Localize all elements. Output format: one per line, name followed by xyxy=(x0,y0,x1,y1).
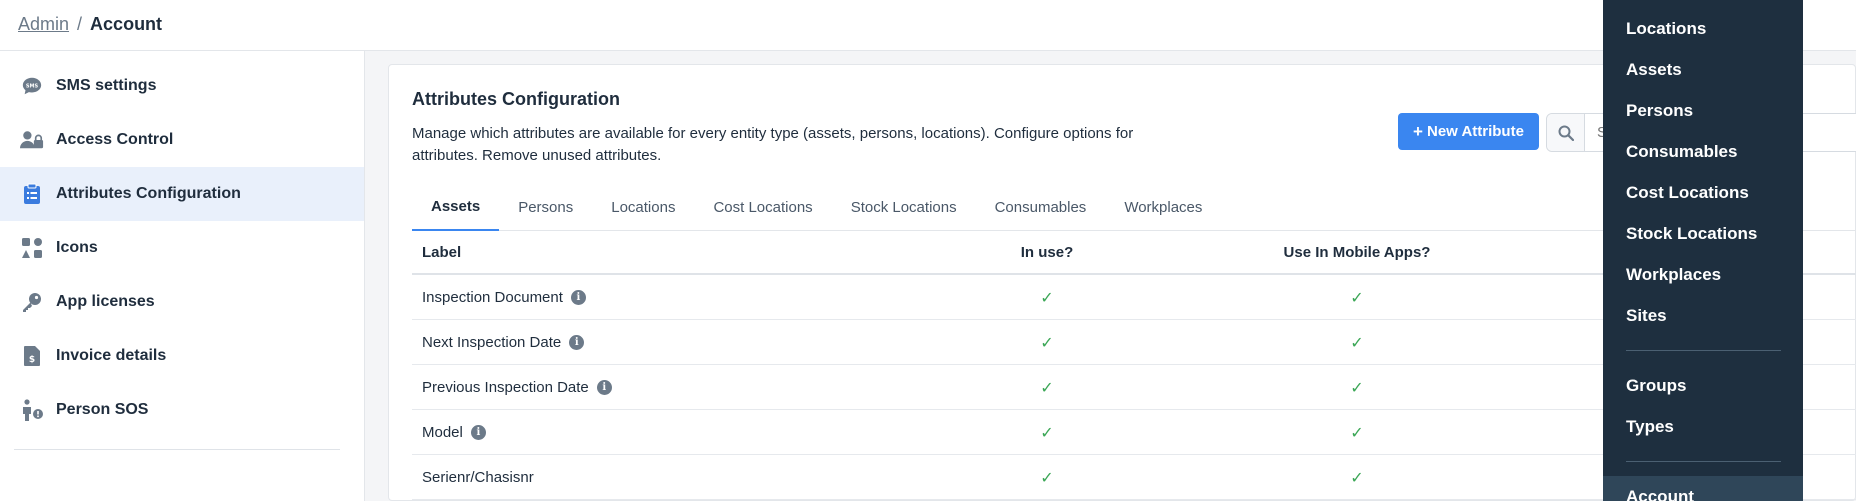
in-use-cell: ✓ xyxy=(932,288,1162,307)
row-label: Next Inspection Date xyxy=(422,333,562,351)
header-in-use[interactable]: In use? xyxy=(932,244,1162,261)
check-icon: ✓ xyxy=(1040,332,1054,352)
menu-item-types[interactable]: Types xyxy=(1603,406,1803,447)
breadcrumb-admin-link[interactable]: Admin xyxy=(18,14,69,35)
row-label: Serienr/Chasisnr xyxy=(422,468,534,486)
menu-item-persons[interactable]: Persons xyxy=(1603,90,1803,131)
menu-item-consumables[interactable]: Consumables xyxy=(1603,131,1803,172)
in-use-cell: ✓ xyxy=(932,423,1162,442)
check-icon: ✓ xyxy=(1040,422,1054,442)
key-icon xyxy=(20,290,44,314)
info-icon[interactable]: i xyxy=(569,334,585,350)
plus-icon: + xyxy=(1413,122,1423,141)
sidebar-item-attributes-configuration[interactable]: Attributes Configuration xyxy=(0,167,364,221)
users-lock-icon xyxy=(20,128,44,152)
info-icon[interactable]: i xyxy=(570,289,586,305)
row-label: Model xyxy=(422,423,463,441)
tab-cost-locations[interactable]: Cost Locations xyxy=(694,183,831,231)
row-label: Previous Inspection Date xyxy=(422,378,589,396)
menu-item-stock-locations[interactable]: Stock Locations xyxy=(1603,213,1803,254)
mobile-cell: ✓ xyxy=(1162,333,1552,352)
menu-item-groups[interactable]: Groups xyxy=(1603,365,1803,406)
tab-persons[interactable]: Persons xyxy=(499,183,592,231)
top-bar: Admin / Account xyxy=(0,0,1856,51)
breadcrumb-current: Account xyxy=(90,14,163,34)
check-icon: ✓ xyxy=(1350,332,1364,352)
row-label-cell: Inspection Document i xyxy=(412,289,932,306)
check-icon: ✓ xyxy=(1350,467,1364,487)
tab-locations[interactable]: Locations xyxy=(592,183,694,231)
new-attribute-button[interactable]: + New Attribute xyxy=(1398,113,1539,150)
sidebar-item-label: SMS settings xyxy=(56,77,157,94)
in-use-cell: ✓ xyxy=(932,333,1162,352)
row-label-cell: Model i xyxy=(412,424,932,441)
menu-item-sites[interactable]: Sites xyxy=(1603,295,1803,336)
row-label: Inspection Document xyxy=(422,288,563,306)
header-label[interactable]: Label xyxy=(412,244,932,261)
check-icon: ✓ xyxy=(1350,287,1364,307)
in-use-cell: ✓ xyxy=(932,378,1162,397)
person-alert-icon xyxy=(20,398,44,422)
sidebar-item-label: App licenses xyxy=(56,293,155,310)
header-mobile[interactable]: Use In Mobile Apps? xyxy=(1162,244,1552,261)
sidebar-item-person-sos[interactable]: Person SOS xyxy=(0,383,364,437)
breadcrumb-separator: / xyxy=(77,14,83,34)
mobile-cell: ✓ xyxy=(1162,423,1552,442)
menu-item-locations[interactable]: Locations xyxy=(1603,8,1803,49)
sidebar-item-label: Invoice details xyxy=(56,347,167,364)
info-icon[interactable]: i xyxy=(596,379,612,395)
menu-item-assets[interactable]: Assets xyxy=(1603,49,1803,90)
search-icon xyxy=(1547,114,1585,151)
row-label-cell: Previous Inspection Date i xyxy=(412,379,932,396)
check-icon: ✓ xyxy=(1040,467,1054,487)
sidebar-item-label: Access Control xyxy=(56,131,174,148)
nav-dropdown-menu: Locations Assets Persons Consumables Cos… xyxy=(1603,0,1803,501)
sidebar-item-label: Icons xyxy=(56,239,98,256)
info-icon[interactable]: i xyxy=(470,424,486,440)
icons-grid-icon xyxy=(20,236,44,260)
new-attribute-label: New Attribute xyxy=(1426,123,1524,140)
tab-stock-locations[interactable]: Stock Locations xyxy=(832,183,976,231)
mobile-cell: ✓ xyxy=(1162,288,1552,307)
menu-divider xyxy=(1626,461,1781,462)
in-use-cell: ✓ xyxy=(932,468,1162,487)
sidebar-item-access-control[interactable]: Access Control xyxy=(0,113,364,167)
check-icon: ✓ xyxy=(1350,422,1364,442)
tab-workplaces[interactable]: Workplaces xyxy=(1105,183,1221,231)
row-label-cell: Next Inspection Date i xyxy=(412,334,932,351)
tab-assets[interactable]: Assets xyxy=(412,183,500,231)
menu-item-workplaces[interactable]: Workplaces xyxy=(1603,254,1803,295)
sidebar-item-icons[interactable]: Icons xyxy=(0,221,364,275)
page-description: Manage which attributes are available fo… xyxy=(412,125,1134,164)
row-label-cell: Serienr/Chasisnr xyxy=(412,469,932,486)
clipboard-list-icon xyxy=(20,182,44,206)
menu-item-account[interactable]: Account xyxy=(1603,476,1803,501)
sidebar-item-label: Attributes Configuration xyxy=(56,185,241,202)
sidebar-item-app-licenses[interactable]: App licenses xyxy=(0,275,364,329)
sidebar-item-invoice-details[interactable]: $ Invoice details xyxy=(0,329,364,383)
sidebar-divider xyxy=(14,449,340,450)
check-icon: ✓ xyxy=(1040,287,1054,307)
svg-text:SMS: SMS xyxy=(26,83,39,89)
check-icon: ✓ xyxy=(1040,377,1054,397)
tab-consumables[interactable]: Consumables xyxy=(976,183,1106,231)
mobile-cell: ✓ xyxy=(1162,378,1552,397)
svg-text:$: $ xyxy=(29,355,35,365)
breadcrumb: Admin / Account xyxy=(18,14,162,35)
sidebar-item-sms-settings[interactable]: SMS SMS settings xyxy=(0,59,364,113)
menu-divider xyxy=(1626,350,1781,351)
sms-chat-icon: SMS xyxy=(20,74,44,98)
menu-item-cost-locations[interactable]: Cost Locations xyxy=(1603,172,1803,213)
invoice-dollar-icon: $ xyxy=(20,344,44,368)
page-title: Attributes Configuration xyxy=(412,89,620,109)
mobile-cell: ✓ xyxy=(1162,468,1552,487)
check-icon: ✓ xyxy=(1350,377,1364,397)
sidebar: SMS SMS settings Access Control Attribut… xyxy=(0,51,365,501)
sidebar-item-label: Person SOS xyxy=(56,401,149,418)
